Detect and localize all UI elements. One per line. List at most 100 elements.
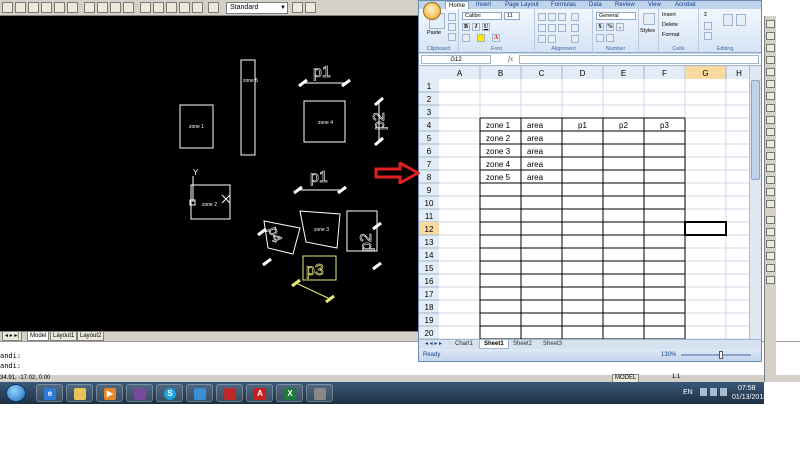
sheet-tab-sheet1[interactable]: Sheet1 [479,340,509,349]
tab-view[interactable]: View [648,1,661,9]
format-painter-icon[interactable] [448,33,456,41]
draw-tool-icon[interactable] [766,240,775,248]
merge-center-icon[interactable] [571,35,579,43]
draw-tool-icon[interactable] [766,216,775,224]
sheet-tab-sheet3[interactable]: Sheet3 [539,340,566,349]
sheet-nav-arrows[interactable]: ◂ ◂ ▸ ▸ [421,340,446,349]
column-header-f[interactable]: F [662,69,667,78]
table-cell[interactable]: area [527,173,544,182]
row-header-5[interactable]: 5 [427,134,432,143]
clock-date[interactable]: 01/13/2013 [732,393,767,402]
cad-tool-icon[interactable] [140,2,151,13]
row-header-3[interactable]: 3 [427,108,432,117]
number-format-select[interactable]: General [596,12,636,20]
table-cell[interactable]: area [527,160,544,169]
table-cell[interactable]: area [527,147,544,156]
cad-tool-icon[interactable] [97,2,108,13]
underline-icon[interactable]: U [482,23,490,31]
scrollbar-thumb[interactable] [751,80,760,180]
language-indicator[interactable]: EN [683,388,693,397]
comma-icon[interactable]: , [616,23,624,31]
draw-tool-icon[interactable] [766,228,775,236]
cad-tool-icon[interactable] [15,2,26,13]
align-right-icon[interactable] [558,24,566,32]
selected-cell[interactable] [684,221,727,236]
tab-data[interactable]: Data [589,1,602,9]
row-header-14[interactable]: 14 [425,251,434,260]
scale-icon[interactable] [766,104,775,112]
fillet-icon[interactable] [766,188,775,196]
font-name-select[interactable]: Calibri [462,12,502,20]
vertical-scrollbar[interactable] [749,66,761,339]
align-top-icon[interactable] [538,13,546,21]
clear-icon[interactable] [704,32,712,40]
taskbar-autocad[interactable]: A [246,384,273,402]
row-header-13[interactable]: 13 [425,238,434,247]
join-icon[interactable] [766,164,775,172]
break-icon[interactable] [766,152,775,160]
taskbar-ie[interactable]: e [36,384,63,402]
borders-icon[interactable] [462,34,470,42]
align-middle-icon[interactable] [548,13,556,21]
cut-icon[interactable] [448,13,456,21]
row-header-17[interactable]: 17 [425,290,434,299]
tab-layout2[interactable]: Layout2 [77,332,105,341]
trim-icon[interactable] [766,128,775,136]
percent-icon[interactable]: % [606,23,614,31]
cad-tool-icon[interactable] [153,2,164,13]
network-icon[interactable] [710,388,717,396]
font-color-icon[interactable]: A [492,34,500,42]
cad-tool-icon[interactable] [179,2,190,13]
tab-insert[interactable]: Insert [476,1,491,9]
annotation-scale[interactable]: 1:1 [672,374,680,381]
align-center-icon[interactable] [548,24,556,32]
move-icon[interactable] [766,80,775,88]
cad-tool-icon[interactable] [41,2,52,13]
increase-indent-icon[interactable] [548,35,556,43]
row-header-20[interactable]: 20 [425,329,434,338]
tab-model[interactable]: Model [27,332,50,341]
cad-tool-icon[interactable] [305,2,316,13]
cad-tool-icon[interactable] [292,2,303,13]
table-header-cell[interactable]: p3 [660,121,669,130]
bold-icon[interactable]: B [462,23,470,31]
stretch-icon[interactable] [766,116,775,124]
sheet-tab-chart1[interactable]: Chart1 [451,340,477,349]
cad-tool-icon[interactable] [54,2,65,13]
taskbar-media[interactable]: ▶ [96,384,123,402]
tab-review[interactable]: Review [615,1,635,9]
copy-icon[interactable] [448,23,456,31]
table-cell[interactable]: zone 2 [486,134,511,143]
styles-icon[interactable] [643,13,655,25]
row-header-9[interactable]: 9 [427,186,432,195]
taskbar-app[interactable] [306,384,333,402]
cad-tool-icon[interactable] [28,2,39,13]
wrap-text-icon[interactable] [571,24,579,32]
sort-filter-icon[interactable] [723,14,733,26]
taskbar-app[interactable] [186,384,213,402]
spreadsheet-grid[interactable]: ABCDEFGH12345678910111213141516171819202… [419,66,761,339]
cad-tool-icon[interactable] [166,2,177,13]
increase-decimal-icon[interactable] [596,34,604,42]
decrease-indent-icon[interactable] [538,35,546,43]
tab-acrobat[interactable]: Acrobat [675,1,696,9]
taskbar-acrobat[interactable] [216,384,243,402]
fill-icon[interactable] [704,22,712,30]
taskbar-explorer[interactable] [66,384,93,402]
cad-drawing-area[interactable]: zone 1 zone 5 zone 4 zone 2 zone 3 Y p1 … [0,16,418,331]
fill-color-icon[interactable] [477,34,485,42]
rotate-icon[interactable] [766,92,775,100]
chamfer-icon[interactable] [766,176,775,184]
column-header-d[interactable]: D [580,69,586,78]
cad-tool-icon[interactable] [2,2,13,13]
mirror-icon[interactable] [766,44,775,52]
cad-tool-icon[interactable] [110,2,121,13]
find-select-icon[interactable] [736,14,746,26]
draw-tool-icon[interactable] [766,276,775,284]
row-header-15[interactable]: 15 [425,264,434,273]
office-button[interactable] [423,2,441,20]
cad-tool-icon[interactable] [192,2,203,13]
column-header-h[interactable]: H [736,69,742,78]
formula-input[interactable] [519,55,759,64]
table-cell[interactable]: zone 3 [486,147,511,156]
